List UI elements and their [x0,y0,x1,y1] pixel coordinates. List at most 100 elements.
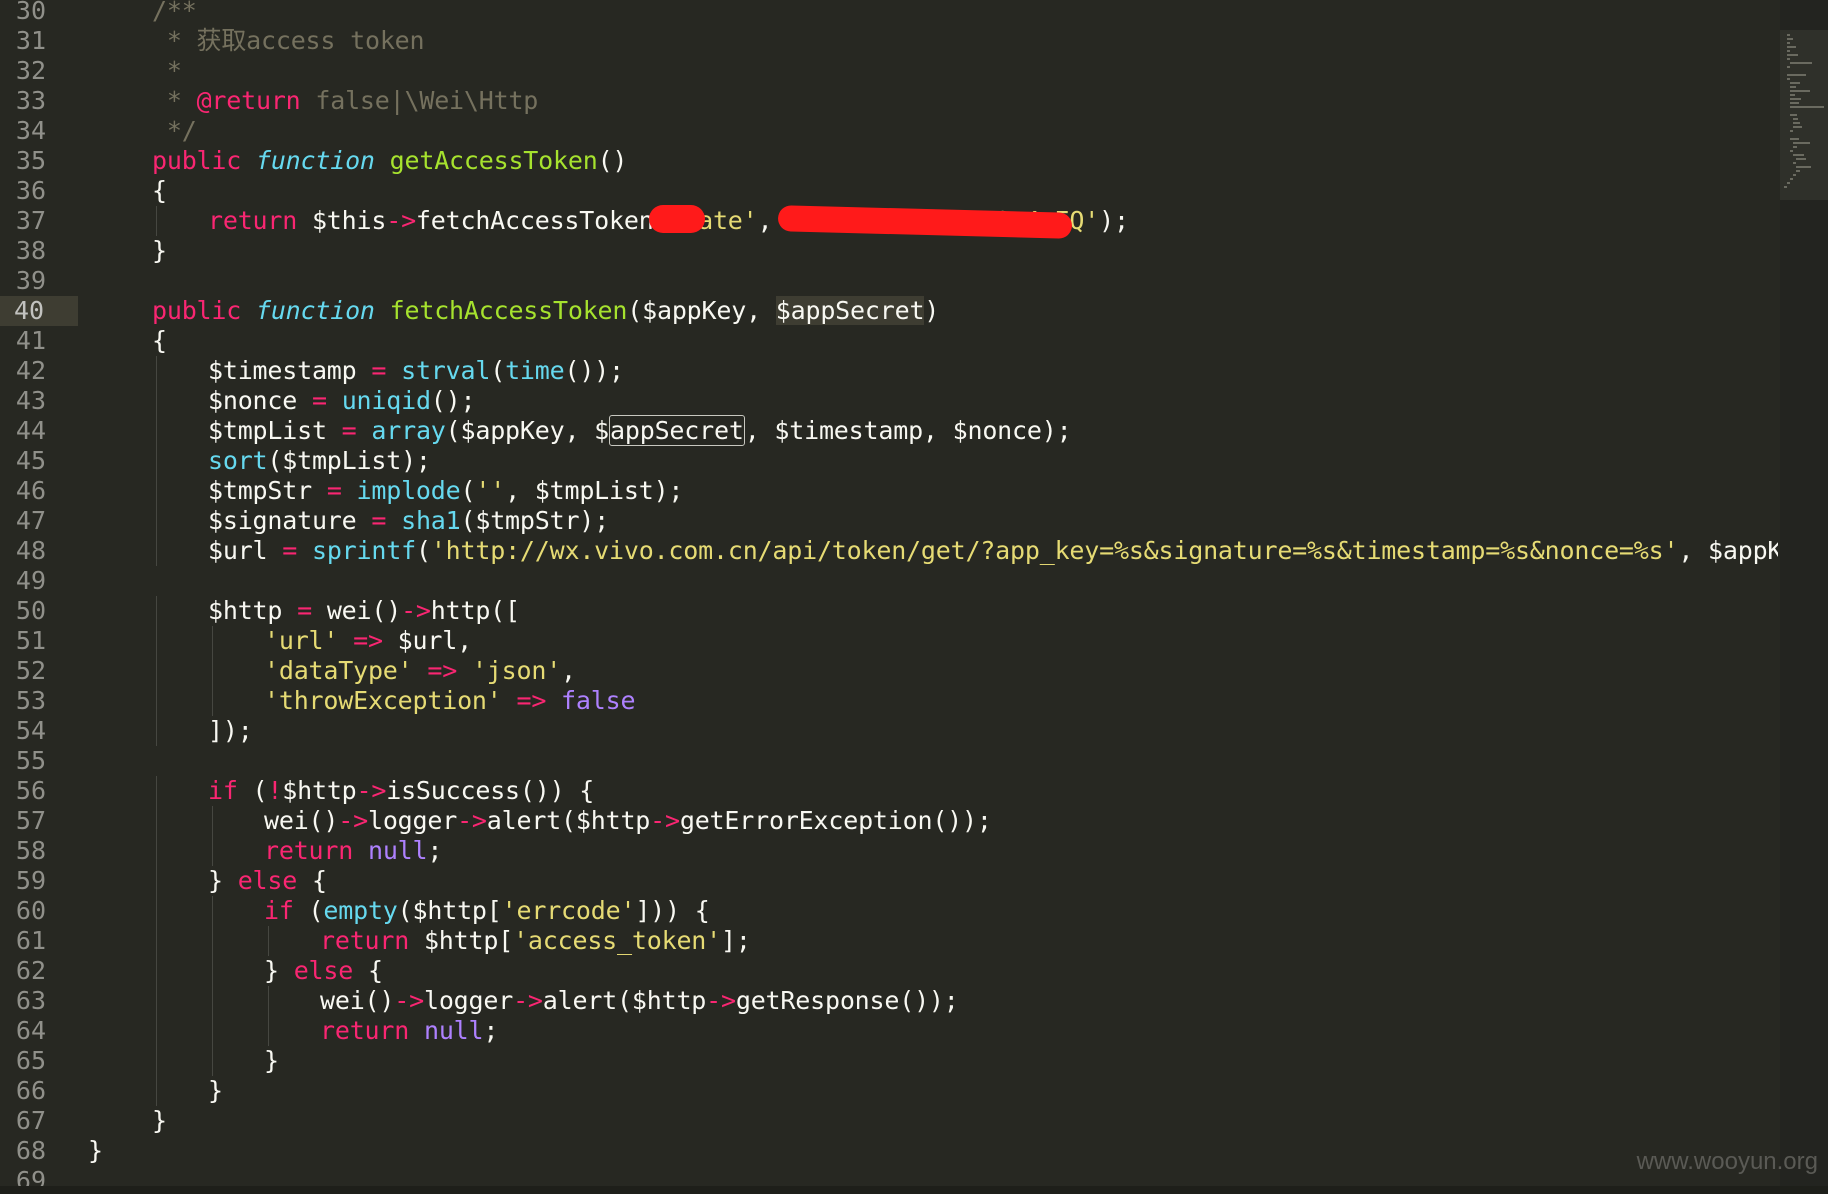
code-line[interactable]: public function fetchAccessToken($appKey… [152,296,939,326]
code-line[interactable]: $tmpList = array($appKey, $appSecret, $t… [208,415,1072,446]
line-number: 57 [15,806,46,835]
line-number: 67 [15,1106,46,1135]
code-line[interactable]: wei()->logger->alert($http->getErrorExce… [264,806,992,836]
code-line[interactable]: $http = wei()->http([ [208,596,520,626]
code-line[interactable]: return $http['access_token']; [320,926,751,956]
code-token: ($http[ [397,896,502,925]
code-token: -> [394,986,424,1015]
code-token: () [597,146,628,175]
minimap-line [1796,166,1812,168]
code-line[interactable]: { [152,326,167,356]
code-token: function [255,146,375,175]
code-line[interactable]: if (!$http->isSuccess()) { [208,776,594,806]
indent-guide [156,506,157,536]
line-number: 60 [15,896,46,925]
indent-guide [212,896,213,926]
minimap-line [1793,142,1811,144]
code-line[interactable]: 'url' => $url, [264,626,472,656]
code-token: => [516,686,547,715]
line-number: 37 [15,206,46,235]
code-line[interactable]: return null; [320,1016,498,1046]
code-line[interactable]: } else { [208,866,327,896]
indent-guide [212,1046,213,1076]
code-line[interactable]: $nonce = uniqid(); [208,386,476,416]
watermark-text: www.wooyun.org [1636,1148,1818,1175]
code-line[interactable]: } [264,1046,279,1076]
code-token: '' [475,476,506,505]
code-line[interactable]: $timestamp = strval(time()); [208,356,624,386]
indent-guide [212,626,213,656]
line-number: 43 [15,386,46,415]
code-token: if [264,896,294,925]
code-token: public [152,296,242,325]
minimap-line [1787,46,1797,48]
code-line[interactable]: } else { [264,956,383,986]
code-editor[interactable]: 30 31 32 33 34 35 36 37 38 39 40 41 42 43 44 45 46 47 48 49… [0,0,1828,1194]
code-token: else [237,866,298,895]
code-line[interactable]: */ [152,116,197,146]
code-line[interactable]: * @return false|\Wei\Http [152,86,539,116]
code-line[interactable]: * 获取access token [152,26,425,56]
minimap-line [1790,130,1793,132]
code-line[interactable]: 'throwException' => false [264,686,636,716]
code-line[interactable]: } [88,1136,103,1166]
line-number: 32 [15,56,46,85]
code-line[interactable]: if (empty($http['errcode'])) { [264,896,710,926]
code-token: return [320,1016,410,1045]
code-line[interactable]: public function getAccessToken() [152,146,627,176]
minimap-line [1787,78,1790,80]
code-line[interactable]: } [152,236,167,266]
code-token: return [208,206,298,235]
code-token: appSecret [609,415,745,446]
line-number: 42 [15,356,46,385]
code-token: } [208,866,238,895]
code-token: } [152,1106,167,1135]
code-line[interactable]: ]); [208,716,253,746]
code-token: = [371,506,387,535]
code-line[interactable]: sort($tmpList); [208,446,431,476]
indent-guide [156,356,157,386]
code-line[interactable]: } [152,1106,167,1136]
code-token: = [371,356,387,385]
code-line[interactable]: * [152,56,182,86]
code-line[interactable]: 'dataType' => 'json', [264,656,576,686]
code-token: } [88,1136,103,1165]
code-line[interactable]: wei()->logger->alert($http->getResponse(… [320,986,959,1016]
bottom-scroll-edge [0,1186,1828,1194]
code-line[interactable]: return null; [264,836,442,866]
code-area[interactable]: /** * 获取access token * * @return false|\… [88,0,1778,1194]
code-token: ); [1099,206,1129,235]
indent-guide [268,986,269,1016]
minimap[interactable] [1780,0,1828,1194]
code-token: if [208,776,238,805]
code-line[interactable]: { [152,176,167,206]
code-token: } [264,956,294,985]
minimap-line [1787,58,1790,60]
line-number: 63 [15,986,46,1015]
code-token: -> [706,986,736,1015]
code-line[interactable]: /** [152,0,197,26]
code-token: ]; [721,926,751,955]
redaction-mark-app-key [649,205,705,233]
line-number: 51 [15,626,46,655]
code-token: 'url' [264,626,339,655]
code-token: null [367,836,428,865]
code-token: /** [152,0,197,25]
code-token: -> [386,206,416,235]
code-token: * 获取access token [152,26,425,55]
indent-guide [156,806,157,836]
code-line[interactable]: $tmpStr = implode('', $tmpList); [208,476,683,506]
code-line[interactable]: } [208,1076,223,1106]
code-line[interactable]: $url = sprintf('http://wx.vivo.com.cn/ap… [208,536,1778,566]
code-token: $tmpList [208,416,342,445]
code-token: ()); [564,356,624,385]
indent-guide [212,806,213,836]
code-token: public [152,146,242,175]
code-token: fetchAccessToken [389,296,628,325]
line-number: 45 [15,446,46,475]
code-line[interactable]: $signature = sha1($tmpStr); [208,506,609,536]
